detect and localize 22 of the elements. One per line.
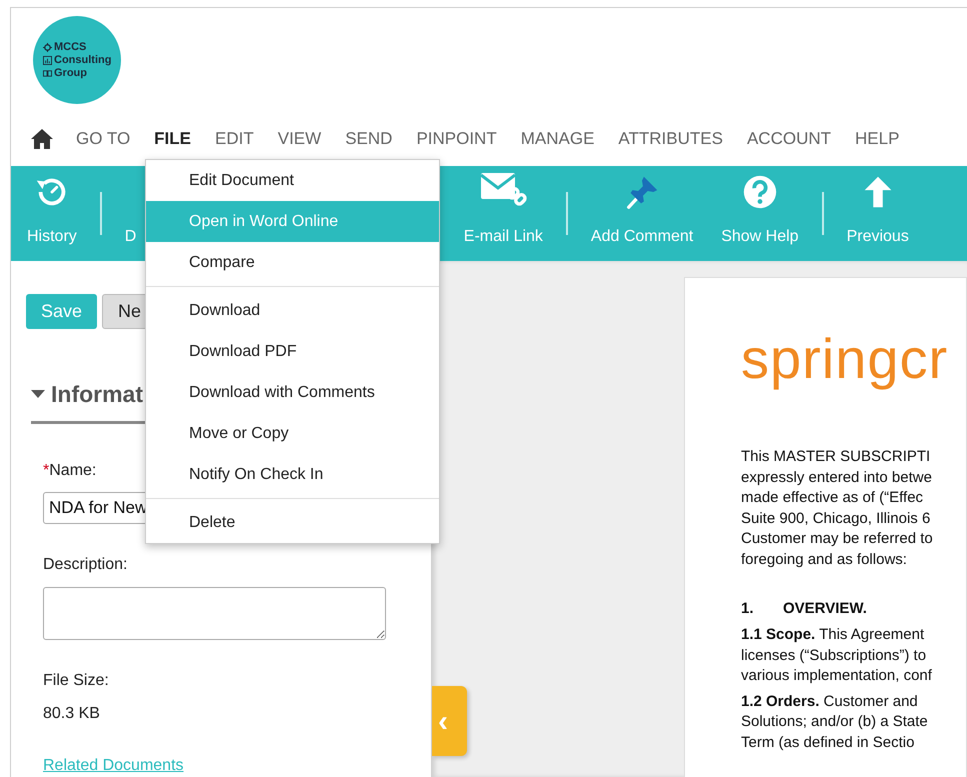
- field-label: File Size:: [43, 670, 109, 690]
- heading-number: 1.: [741, 599, 755, 619]
- document-text-line: made effective as of (“Effec: [741, 488, 924, 508]
- document-logo: springcr: [741, 326, 950, 392]
- field-label: Description:: [43, 554, 128, 574]
- logo-text: Group: [54, 67, 87, 79]
- document-text-line: foregoing and as follows:: [741, 550, 907, 570]
- document-text-line: various implementation, conf: [741, 666, 932, 686]
- document-text-line: 1.2 Orders. Customer and: [741, 692, 918, 712]
- document-text-line: This MASTER SUBSCRIPTI: [741, 447, 930, 467]
- document-text-line: Solutions; and/or (b) a State: [741, 712, 928, 732]
- document-text-line: Customer may be referred to: [741, 529, 933, 549]
- document-text-line: expressly entered into betwe: [741, 468, 932, 488]
- file-size-value: 80.3 KB: [43, 704, 100, 724]
- document-text-line: licenses (“Subscriptions”) to: [741, 646, 926, 666]
- document-text-line: Term (as defined in Sectio: [741, 732, 914, 752]
- field-label: *Name:: [43, 460, 96, 480]
- document-text-line: Suite 900, Chicago, Illinois 6: [741, 508, 930, 528]
- document-text-line: 1.1 Scope. This Agreement: [741, 625, 924, 645]
- logo-text: MCCS: [54, 41, 86, 53]
- section-heading: OVERVIEW.: [783, 599, 867, 619]
- logo-text: Consulting: [54, 54, 112, 66]
